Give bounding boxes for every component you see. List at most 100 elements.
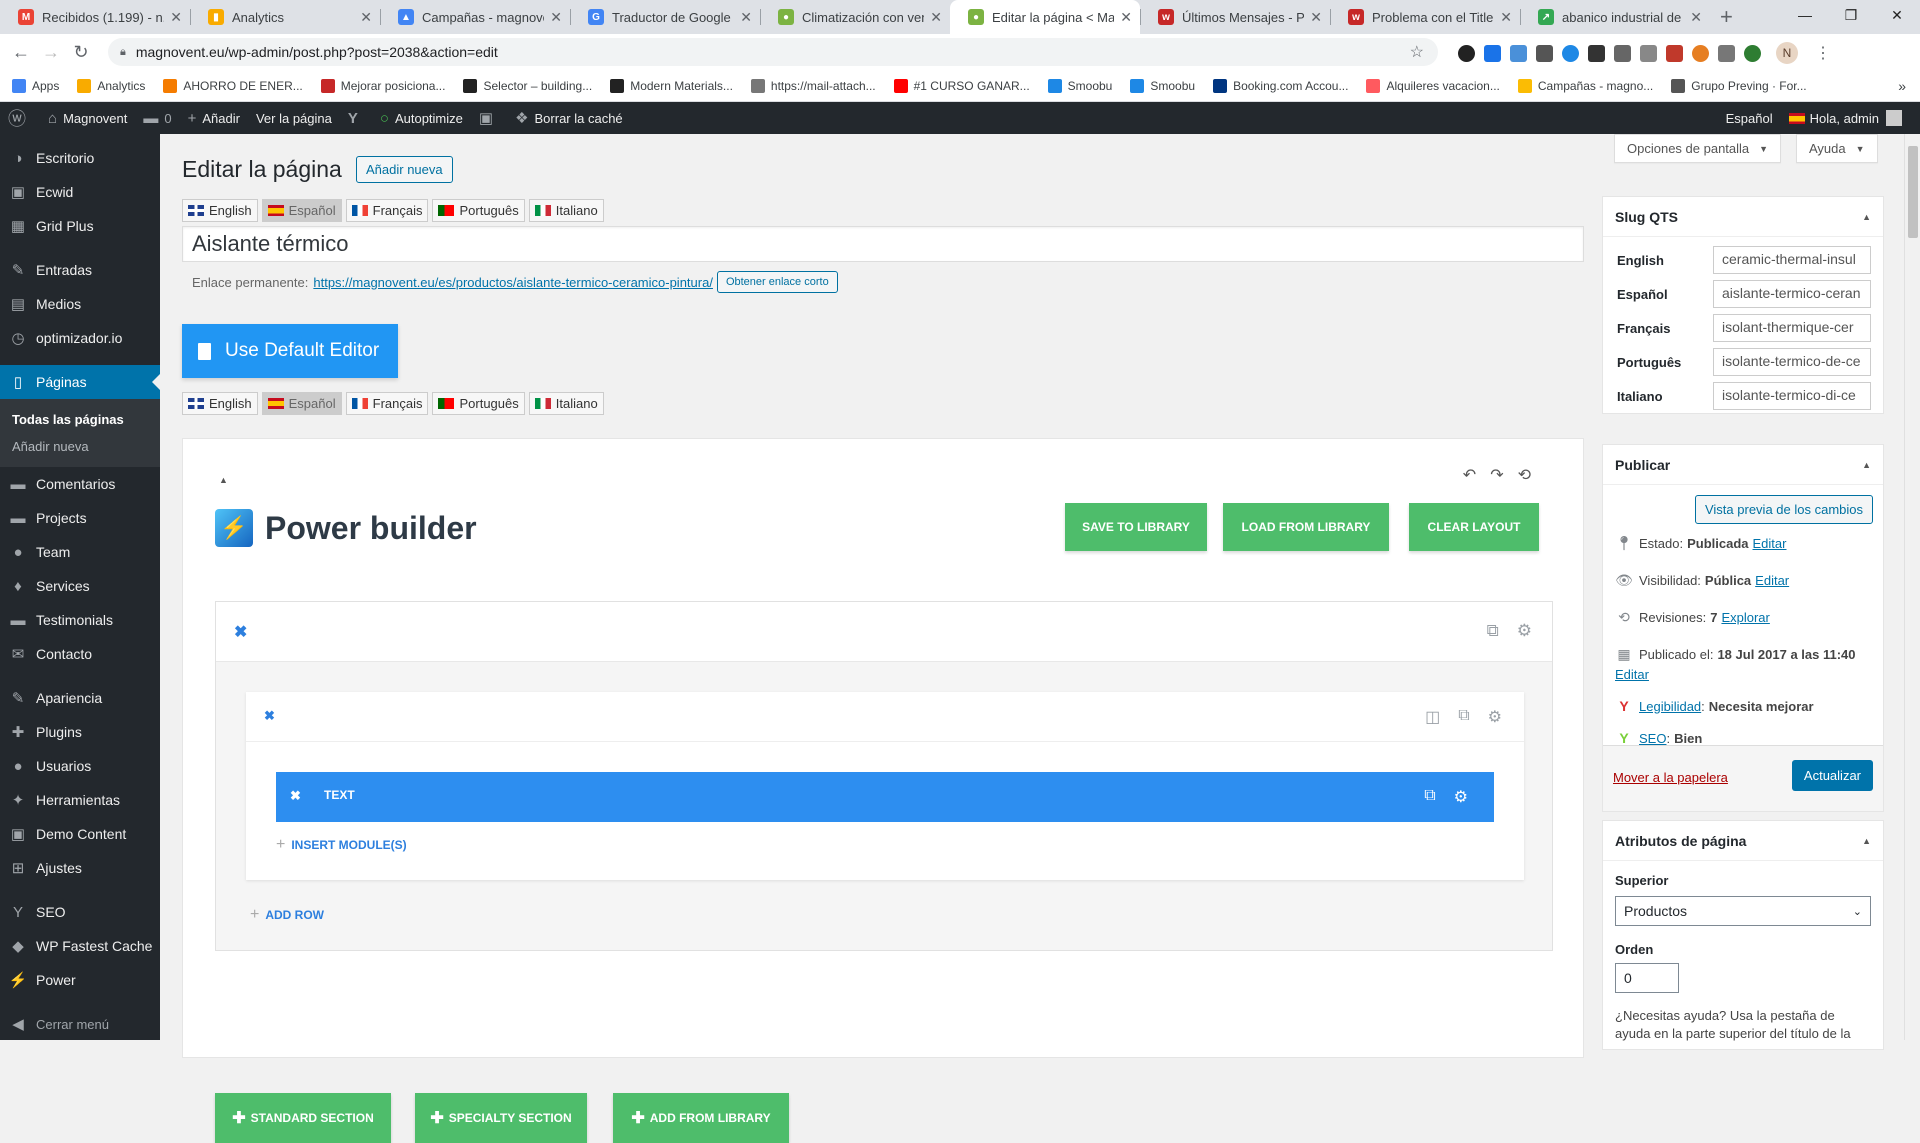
autoptimize-menu[interactable]: ○ Autoptimize (372, 102, 471, 134)
yoast-menu[interactable]: Y (340, 102, 372, 134)
wp-logo-menu[interactable]: ⓦ (0, 102, 40, 134)
delete-section-icon[interactable]: ✖ (234, 622, 247, 642)
edit-status-link[interactable]: Editar (1753, 536, 1787, 551)
edit-visibility-link[interactable]: Editar (1755, 573, 1789, 588)
sidebar-item[interactable]: ◆ WP Fastest Cache (0, 929, 160, 963)
sidebar-item[interactable]: ✦ Herramientas (0, 783, 160, 817)
maximize-icon[interactable]: ❐ (1828, 0, 1874, 30)
new-tab-icon[interactable]: + (1720, 0, 1733, 34)
close-tab-icon[interactable]: ✕ (360, 9, 372, 26)
language-tab[interactable]: Español (261, 392, 342, 415)
bookmark-item[interactable]: Booking.com Accou... (1213, 78, 1348, 93)
scrollbar-thumb[interactable] (1908, 146, 1918, 238)
extension-icon[interactable] (1562, 44, 1579, 62)
page-attributes-header[interactable]: Atributos de página ▲ (1603, 821, 1883, 861)
browser-tab[interactable]: ● Climatización con venti ✕ (760, 0, 950, 34)
history-icon[interactable]: ⟲ (1518, 465, 1531, 485)
slug-box-header[interactable]: Slug QTS ▲ (1603, 197, 1883, 237)
close-window-icon[interactable]: ✕ (1874, 0, 1920, 30)
order-input[interactable]: 0 (1615, 963, 1679, 993)
bookmark-item[interactable]: #1 CURSO GANAR... (893, 78, 1030, 93)
sidebar-item[interactable]: ✉ Contacto (0, 637, 160, 671)
extension-icon[interactable] (1484, 44, 1501, 62)
insert-module-button[interactable]: + INSERT MODULE(S) (276, 836, 407, 854)
language-tab[interactable]: Français (345, 392, 429, 415)
screen-options-button[interactable]: Opciones de pantalla ▼ (1614, 134, 1782, 163)
monitor-menu[interactable]: ▣ (471, 102, 507, 134)
language-switcher[interactable]: Español (1718, 102, 1781, 134)
extension-icon[interactable] (1458, 44, 1475, 62)
duplicate-icon[interactable]: ⧉ (1487, 621, 1499, 641)
browser-tab[interactable]: M Recibidos (1.199) - n.sa ✕ (0, 0, 190, 34)
language-tab[interactable]: English (182, 392, 258, 415)
url-bar[interactable]: 🔒︎ magnovent.eu/wp-admin/post.php?post=2… (108, 38, 1438, 66)
site-name-link[interactable]: ⌂ Magnovent (40, 102, 135, 134)
browser-tab[interactable]: w Problema con el Title y ✕ (1330, 0, 1520, 34)
extension-icon[interactable] (1666, 44, 1683, 62)
account-menu[interactable]: Hola, admin (1781, 102, 1910, 134)
help-button[interactable]: Ayuda ▼ (1796, 134, 1878, 163)
browser-tab[interactable]: ▲ Campañas - magnovent ✕ (380, 0, 570, 34)
edit-date-link[interactable]: Editar (1615, 667, 1871, 682)
bookmark-item[interactable]: AHORRO DE ENER... (163, 78, 303, 93)
browser-tab[interactable]: w Últimos Mensajes - Pág ✕ (1140, 0, 1330, 34)
settings-gear-icon[interactable]: ⚙ (1517, 621, 1532, 641)
reload-icon[interactable]: ↻ (66, 42, 96, 63)
slug-input[interactable]: isolante-termico-di-ce (1713, 382, 1871, 410)
close-tab-icon[interactable]: ✕ (1310, 9, 1322, 26)
bookmark-item[interactable]: Apps (12, 78, 59, 93)
bookmark-item[interactable]: Selector – building... (463, 78, 592, 93)
clear-layout-button[interactable]: CLEAR LAYOUT (1409, 503, 1539, 551)
sidebar-item[interactable]: ▦ Grid Plus (0, 209, 160, 243)
publish-box-header[interactable]: Publicar ▲ (1603, 445, 1883, 485)
sidebar-item[interactable]: ▣ Demo Content (0, 817, 160, 851)
language-tab[interactable]: Italiano (528, 199, 604, 222)
bookmark-item[interactable]: Smoobu (1130, 78, 1195, 93)
extension-icon[interactable] (1718, 44, 1735, 62)
bookmark-item[interactable]: Campañas - magno... (1517, 78, 1653, 93)
sidebar-item[interactable]: ✚ Plugins (0, 715, 160, 749)
bookmark-item[interactable]: Analytics (77, 78, 145, 93)
slug-input[interactable]: isolant-thermique-cer (1713, 314, 1871, 342)
seo-link[interactable]: SEO (1639, 731, 1666, 746)
text-module[interactable]: ✖ TEXT ⧉ ⚙ (276, 772, 1494, 822)
sidebar-item[interactable]: ▬ Testimonials (0, 603, 160, 637)
close-tab-icon[interactable]: ✕ (550, 9, 562, 26)
sidebar-item[interactable]: ▤ Medios (0, 287, 160, 321)
collapse-arrow-icon[interactable]: ▲ (1862, 460, 1871, 470)
sidebar-item[interactable]: ◀ Cerrar menú (0, 1007, 160, 1041)
load-from-library-button[interactable]: LOAD FROM LIBRARY (1223, 503, 1389, 551)
sidebar-item[interactable]: Y SEO (0, 895, 160, 929)
settings-gear-icon[interactable]: ⚙ (1454, 787, 1468, 807)
sidebar-item[interactable]: ✎ Entradas (0, 253, 160, 287)
browser-tab[interactable]: ▮ Analytics ✕ (190, 0, 380, 34)
browser-tab[interactable]: ↗ abanico industrial de te ✕ (1520, 0, 1710, 34)
view-page-link[interactable]: Ver la página (248, 102, 340, 134)
add-new-page-button[interactable]: Añadir nueva (356, 156, 453, 183)
language-tab[interactable]: Español (261, 199, 342, 222)
sidebar-item[interactable]: ▬ Comentarios (0, 467, 160, 501)
close-tab-icon[interactable]: ✕ (1120, 9, 1132, 26)
sidebar-item[interactable]: ⚡ Power (0, 963, 160, 997)
collapse-arrow-icon[interactable]: ▲ (1862, 212, 1871, 222)
undo-icon[interactable]: ↶ (1463, 465, 1476, 485)
sidebar-item[interactable]: ▯ Páginas (0, 365, 160, 399)
profile-avatar[interactable]: N (1776, 42, 1798, 64)
sidebar-item[interactable]: ▬ Projects (0, 501, 160, 535)
clear-cache-link[interactable]: ❖ Borrar la caché (507, 102, 631, 134)
sidebar-item[interactable]: ✎ Apariencia (0, 681, 160, 715)
close-tab-icon[interactable]: ✕ (740, 9, 752, 26)
browser-tab[interactable]: ● Editar la página < Mag ✕ (950, 0, 1140, 34)
sidebar-item[interactable]: ● Team (0, 535, 160, 569)
bookmark-item[interactable]: Smoobu (1047, 78, 1112, 93)
bookmark-item[interactable]: Modern Materials... (610, 78, 733, 93)
update-button[interactable]: Actualizar (1791, 760, 1873, 791)
slug-input[interactable]: aislante-termico-ceran (1713, 280, 1871, 308)
extension-icon[interactable] (1536, 44, 1553, 62)
minimize-icon[interactable]: — (1782, 0, 1828, 30)
bookmark-item[interactable]: Grupo Preving · For... (1671, 78, 1807, 93)
back-icon[interactable]: ← (6, 42, 36, 63)
more-bookmarks-icon[interactable]: » (1898, 78, 1906, 94)
explore-revisions-link[interactable]: Explorar (1721, 610, 1769, 625)
close-tab-icon[interactable]: ✕ (170, 9, 182, 26)
